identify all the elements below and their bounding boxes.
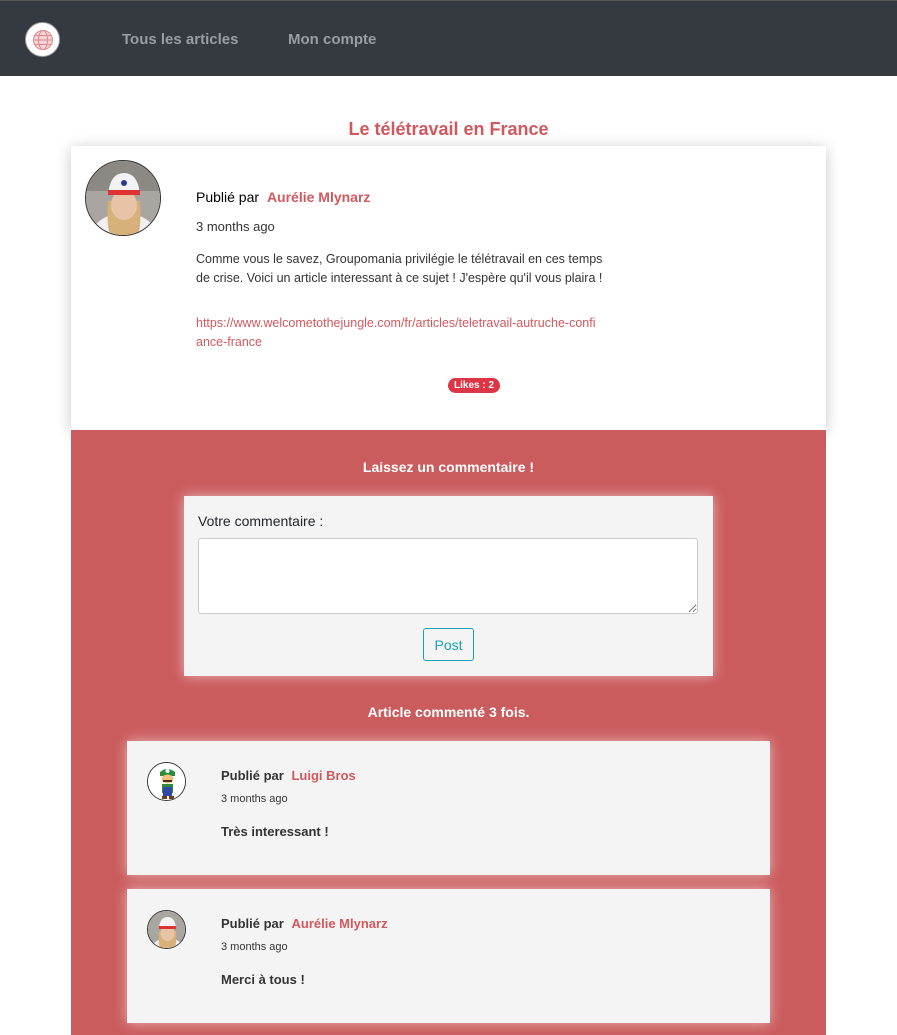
- comment-card: Publié par Aurélie Mlynarz 3 months ago …: [127, 889, 770, 1023]
- commenter-avatar: [147, 910, 186, 949]
- comment-form: Votre commentaire : Post: [184, 496, 713, 676]
- article-card: Publié par Aurélie Mlynarz 3 months ago …: [71, 146, 826, 430]
- article-content: Comme vous le savez, Groupomania privilé…: [196, 252, 603, 285]
- comment-form-title: Laissez un commentaire !: [362, 459, 535, 475]
- published-by-label: Publié par: [221, 916, 284, 931]
- article-title: Le télétravail en France: [348, 119, 549, 139]
- post-button[interactable]: Post: [423, 628, 474, 661]
- likes-badge[interactable]: Likes : 2: [448, 378, 501, 393]
- comment-text: Merci à tous !: [221, 972, 305, 987]
- globe-icon[interactable]: [25, 22, 60, 57]
- article-date: 3 months ago: [196, 219, 275, 234]
- author-avatar: [85, 160, 161, 236]
- comment-card: Publié par Luigi Bros 3 months ago Très …: [127, 741, 770, 875]
- comment-author[interactable]: Luigi Bros: [291, 768, 355, 783]
- comment-textarea[interactable]: [198, 538, 698, 614]
- published-by-label: Publié par: [196, 189, 260, 205]
- comment-date: 3 months ago: [221, 793, 288, 805]
- nav-link-account[interactable]: Mon compte: [288, 31, 376, 48]
- comment-byline: Publié par Aurélie Mlynarz: [221, 916, 388, 931]
- navbar: Tous les articles Mon compte: [0, 0, 897, 76]
- article-link[interactable]: https://www.welcometothejungle.com/fr/ar…: [196, 314, 596, 352]
- comment-date: 3 months ago: [221, 941, 288, 953]
- nav-link-articles[interactable]: Tous les articles: [122, 31, 238, 48]
- article-author[interactable]: Aurélie Mlynarz: [267, 189, 370, 205]
- comment-text: Très interessant !: [221, 824, 329, 839]
- article-byline: Publié par Aurélie Mlynarz: [196, 189, 370, 205]
- commenter-avatar: [147, 762, 186, 801]
- published-by-label: Publié par: [221, 768, 284, 783]
- comment-label: Votre commentaire :: [198, 513, 324, 529]
- comment-author[interactable]: Aurélie Mlynarz: [291, 916, 387, 931]
- comments-count: Article commenté 3 fois.: [367, 704, 530, 720]
- comment-section: Laissez un commentaire ! Votre commentai…: [71, 430, 826, 1035]
- comment-byline: Publié par Luigi Bros: [221, 768, 356, 783]
